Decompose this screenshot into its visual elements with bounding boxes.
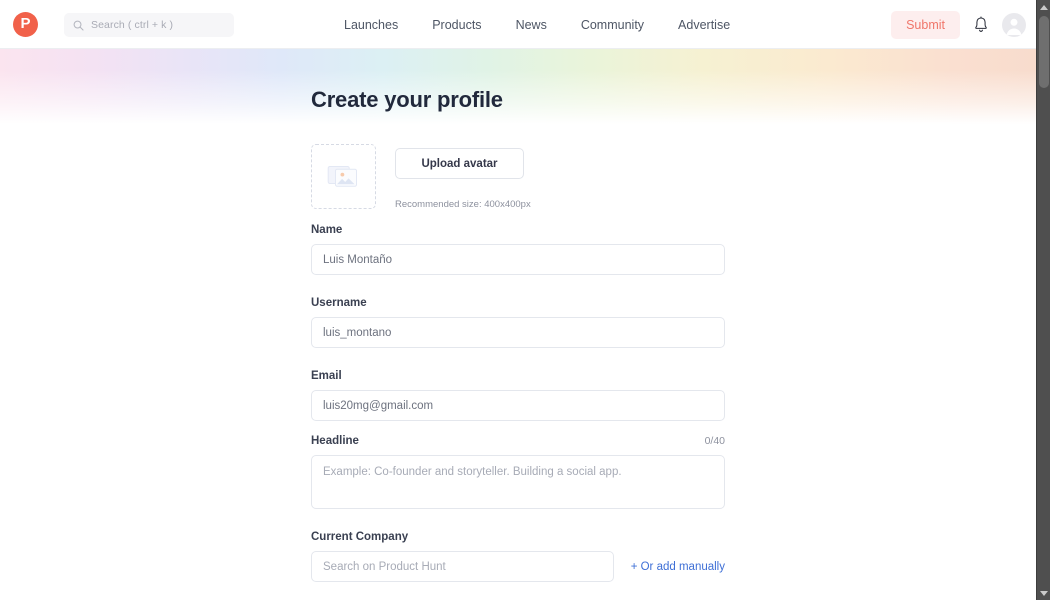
field-company-label: Current Company — [311, 531, 409, 543]
name-input[interactable]: Luis Montaño — [311, 244, 725, 275]
scroll-up-arrow-icon[interactable] — [1037, 0, 1050, 14]
field-username-header: Username — [311, 297, 725, 309]
nav-link-news[interactable]: News — [516, 18, 547, 32]
search-icon — [73, 20, 84, 31]
field-headline: Headline 0/40 Example: Co-founder and st… — [311, 435, 725, 509]
nav-link-products[interactable]: Products — [432, 18, 481, 32]
field-email-header: Email — [311, 370, 725, 382]
create-profile-form: Upload avatar Recommended size: 400x400p… — [311, 124, 725, 600]
browser-viewport: P Search ( ctrl + k ) Launches Products … — [0, 0, 1050, 600]
bell-icon[interactable] — [973, 15, 989, 34]
product-hunt-logo[interactable]: P — [13, 12, 38, 37]
headline-character-counter: 0/40 — [704, 435, 725, 447]
search-input[interactable]: Search ( ctrl + k ) — [64, 13, 234, 37]
field-email: Email luis20mg@gmail.com — [311, 370, 725, 421]
nav-right-actions: Submit — [891, 0, 1026, 49]
image-placeholder-icon — [327, 163, 361, 191]
avatar-upload-row: Upload avatar Recommended size: 400x400p… — [311, 124, 725, 210]
username-input[interactable]: luis_montano — [311, 317, 725, 348]
field-name-header: Name — [311, 224, 725, 236]
gradient-banner: Create your profile — [0, 49, 1036, 124]
nav-link-community[interactable]: Community — [581, 18, 644, 32]
nav-link-advertise[interactable]: Advertise — [678, 18, 730, 32]
company-input-row: Search on Product Hunt + Or add manually — [311, 551, 725, 582]
nav-link-launches[interactable]: Launches — [344, 18, 398, 32]
field-headline-header: Headline 0/40 — [311, 435, 725, 447]
page-title: Create your profile — [311, 87, 503, 112]
page-content: P Search ( ctrl + k ) Launches Products … — [0, 0, 1036, 600]
submit-button[interactable]: Submit — [891, 10, 960, 39]
search-placeholder-text: Search ( ctrl + k ) — [91, 19, 174, 31]
avatar-actions: Upload avatar Recommended size: 400x400p… — [395, 144, 531, 210]
field-headline-label: Headline — [311, 435, 359, 447]
field-company-header: Current Company — [311, 531, 725, 543]
avatar-dropzone[interactable] — [311, 144, 376, 209]
user-avatar-icon[interactable] — [1002, 12, 1026, 37]
field-name-label: Name — [311, 224, 343, 236]
field-name: Name Luis Montaño — [311, 224, 725, 275]
vertical-scrollbar[interactable] — [1036, 0, 1050, 600]
field-current-company: Current Company Search on Product Hunt +… — [311, 531, 725, 582]
avatar-size-recommendation: Recommended size: 400x400px — [395, 199, 531, 210]
scroll-down-arrow-icon[interactable] — [1037, 586, 1050, 600]
company-search-input[interactable]: Search on Product Hunt — [311, 551, 614, 582]
field-email-label: Email — [311, 370, 342, 382]
scrollbar-thumb[interactable] — [1039, 16, 1049, 88]
upload-avatar-button[interactable]: Upload avatar — [395, 148, 524, 179]
headline-textarea[interactable]: Example: Co-founder and storyteller. Bui… — [311, 455, 725, 509]
field-username-label: Username — [311, 297, 367, 309]
email-input[interactable]: luis20mg@gmail.com — [311, 390, 725, 421]
top-navigation-bar: P Search ( ctrl + k ) Launches Products … — [0, 0, 1036, 49]
primary-nav-links: Launches Products News Community Adverti… — [344, 0, 730, 49]
logo-letter: P — [20, 15, 31, 32]
field-username: Username luis_montano — [311, 297, 725, 348]
add-company-manually-link[interactable]: + Or add manually — [631, 561, 725, 573]
